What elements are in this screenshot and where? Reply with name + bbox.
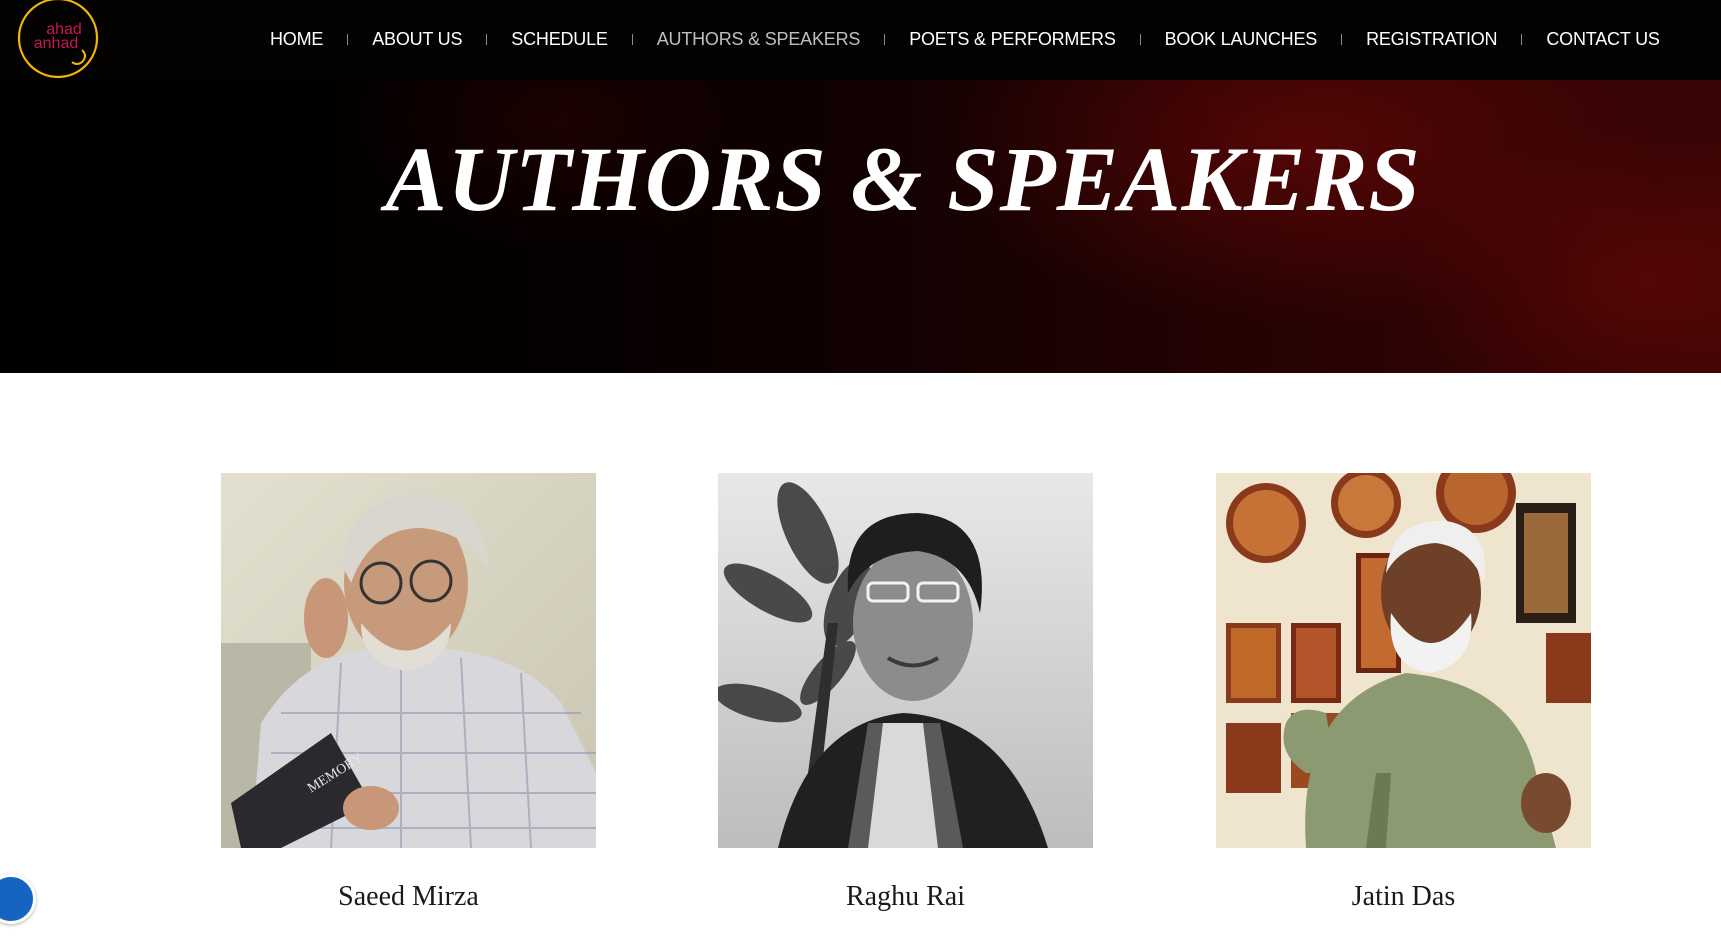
nav-separator: [1341, 33, 1343, 45]
chat-widget-icon[interactable]: [0, 874, 36, 924]
speaker-name[interactable]: Raghu Rai: [718, 881, 1093, 913]
nav-contact-us[interactable]: CONTACT US: [1546, 29, 1660, 50]
hero-banner: AUTHORS & SPEAKERS: [0, 80, 1721, 373]
nav-authors-speakers[interactable]: AUTHORS & SPEAKERS: [657, 29, 861, 50]
nav-home[interactable]: HOME: [270, 29, 323, 50]
speaker-card: Jatin Das: [1216, 473, 1591, 912]
nav-separator: [631, 33, 633, 45]
nav-book-launches[interactable]: BOOK LAUNCHES: [1165, 29, 1318, 50]
logo-text-anhad: anhad: [34, 35, 79, 52]
nav-poets-performers[interactable]: POETS & PERFORMERS: [909, 29, 1116, 50]
nav-separator: [1139, 33, 1141, 45]
nav-separator: [347, 33, 349, 45]
page-title: AUTHORS & SPEAKERS: [385, 128, 1421, 230]
nav-about-us[interactable]: ABOUT US: [372, 29, 462, 50]
speaker-name[interactable]: Jatin Das: [1216, 881, 1591, 913]
nav-schedule[interactable]: SCHEDULE: [511, 29, 608, 50]
speaker-photo[interactable]: [718, 473, 1093, 848]
speaker-name[interactable]: Saeed Mirza: [221, 881, 596, 913]
nav-separator: [486, 33, 488, 45]
nav-separator: [884, 33, 886, 45]
speaker-photo[interactable]: [1216, 473, 1591, 848]
ahad-anhad-logo[interactable]: ahad anhad: [16, 0, 102, 80]
nav-separator: [1521, 33, 1523, 45]
speaker-card: MEMORY Saeed Mirza: [221, 473, 596, 912]
speaker-card: Raghu Rai: [718, 473, 1093, 912]
main-navigation: HOME ABOUT US SCHEDULE AUTHORS & SPEAKER…: [270, 0, 1660, 78]
speaker-photo[interactable]: MEMORY: [221, 473, 596, 848]
nav-registration[interactable]: REGISTRATION: [1366, 29, 1497, 50]
site-header: ahad anhad HOME ABOUT US SCHEDULE AUTHOR…: [0, 0, 1721, 80]
